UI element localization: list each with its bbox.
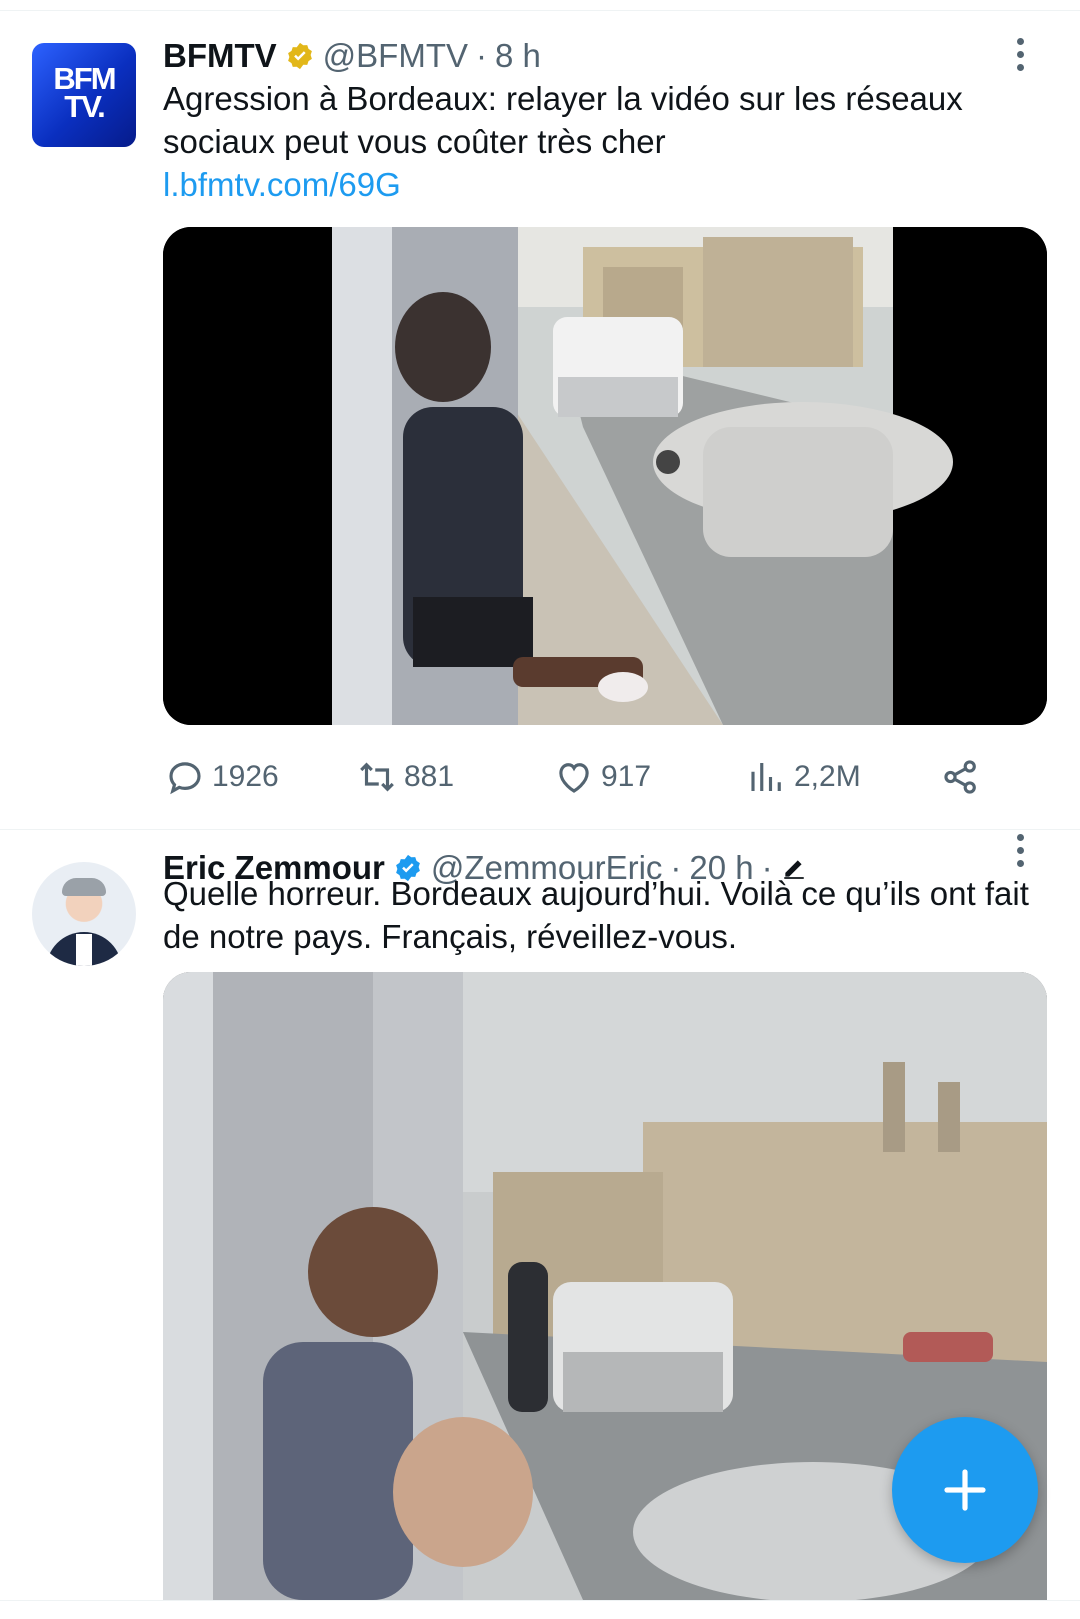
tweet-time[interactable]: 8 h [495, 37, 541, 75]
heart-icon [559, 763, 589, 793]
more-options-icon[interactable] [1017, 38, 1027, 77]
retweet-count: 881 [404, 760, 455, 793]
bfmtv-avatar[interactable]: BFM TV. [32, 43, 136, 147]
retweet-icon [360, 762, 394, 792]
views-button[interactable]: 2,2M [746, 752, 861, 802]
bottom-divider [0, 1600, 1080, 1601]
retweet-button[interactable]: 881 [356, 752, 454, 802]
compose-button[interactable] [892, 1417, 1038, 1563]
separator-dot: · [475, 37, 487, 74]
more-options-icon[interactable] [1017, 834, 1027, 873]
views-chart-icon [751, 763, 781, 791]
like-button[interactable]: 917 [553, 752, 651, 802]
gold-verified-icon [287, 42, 312, 70]
views-count: 2,2M [794, 760, 861, 793]
tweet-header: BFMTV @BFMTV · 8 h [163, 36, 541, 76]
avatar-logo-text: BFM TV. [53, 61, 116, 124]
author-handle[interactable]: @BFMTV [323, 37, 468, 75]
tweet-actions: 1926 881 917 2,2M [0, 752, 1080, 802]
reply-icon [169, 762, 201, 795]
author-name[interactable]: BFMTV [163, 37, 277, 75]
plus-icon [944, 1469, 986, 1511]
like-count: 917 [601, 760, 652, 793]
video-frame [163, 227, 1047, 725]
reply-count: 1926 [212, 760, 279, 793]
tweet-text: Quelle horreur. Bordeaux aujourd’hui. Vo… [163, 875, 1029, 955]
zemmour-avatar[interactable] [32, 862, 136, 966]
reply-button[interactable]: 1926 [164, 752, 279, 802]
tweet-video[interactable] [163, 227, 1047, 725]
tweet-text: Agression à Bordeaux: relayer la vidéo s… [163, 80, 963, 160]
share-button[interactable] [940, 752, 982, 802]
tweet-bfmtv[interactable]: BFM TV. BFMTV @BFMTV · 8 h Agression à B… [0, 0, 1080, 829]
tweet-link[interactable]: l.bfmtv.com/69G [163, 163, 401, 206]
share-icon [944, 760, 976, 794]
